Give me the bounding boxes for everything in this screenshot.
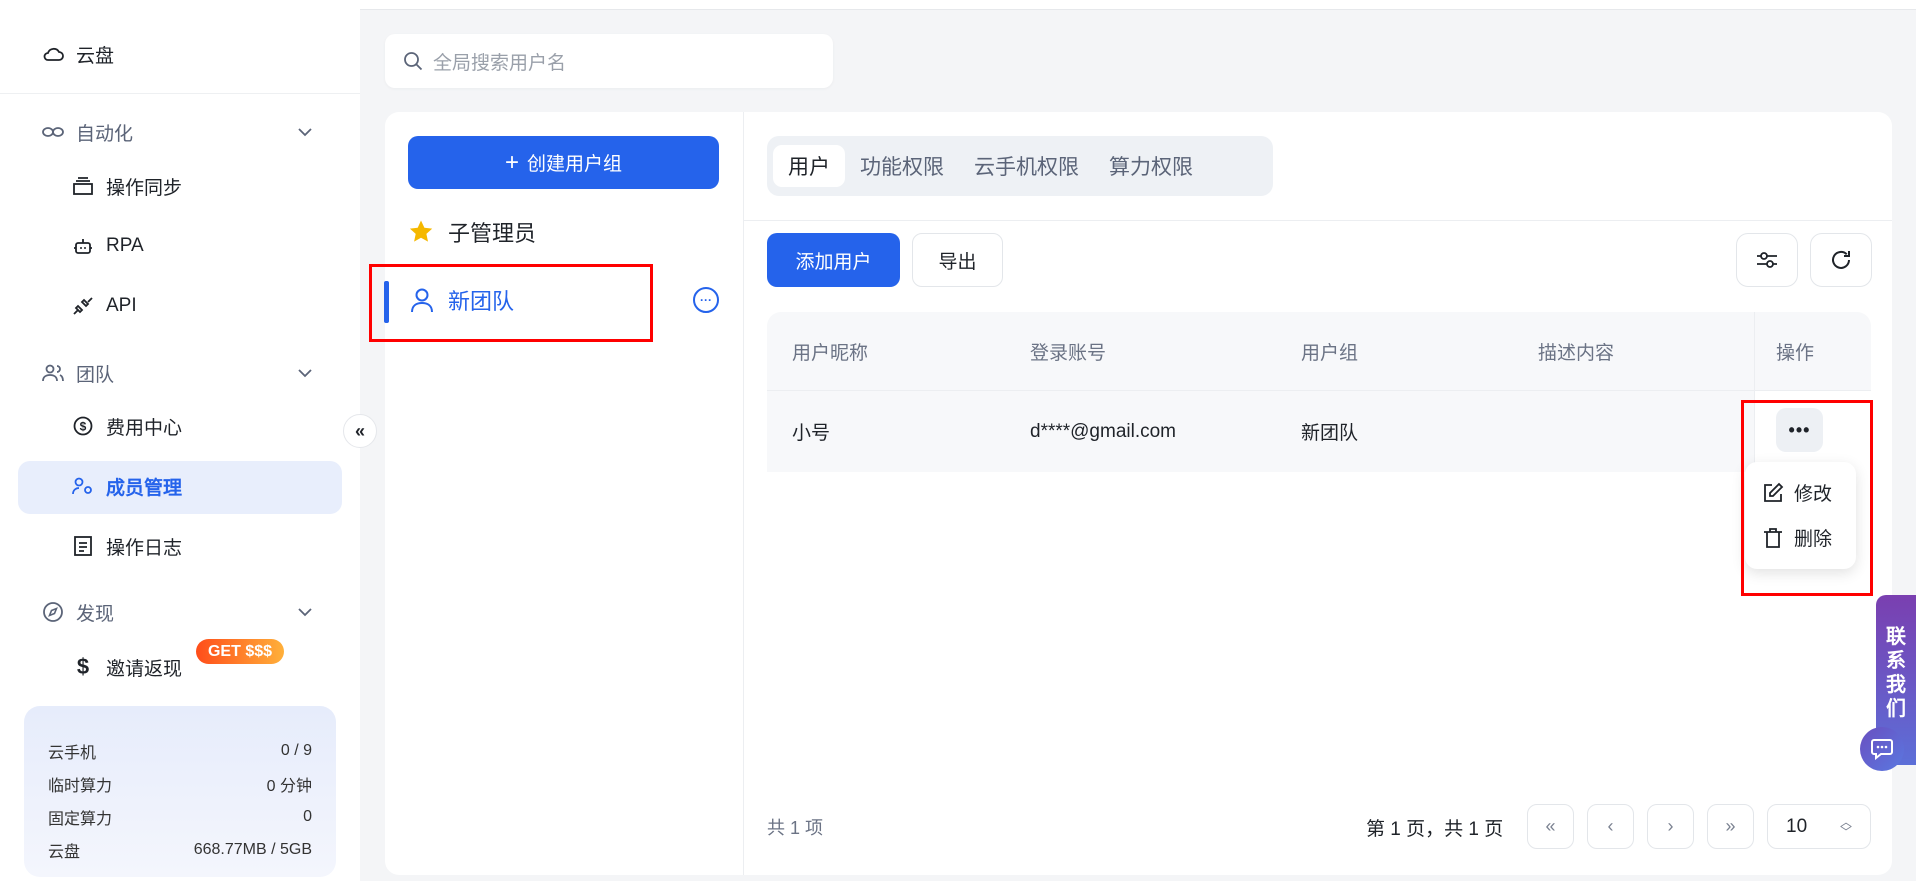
sidebar-group-automation[interactable]: 自动化: [42, 112, 322, 152]
cloud-icon: [42, 43, 64, 65]
group-more-icon[interactable]: ···: [693, 287, 719, 313]
sidebar-item-api[interactable]: API: [72, 286, 137, 326]
prev-page-button[interactable]: ‹: [1587, 804, 1634, 849]
plug-icon: [72, 295, 94, 317]
star-icon: [409, 220, 433, 242]
page-info: 第 1 页，共 1 页: [1366, 819, 1504, 840]
tab-phone-permissions[interactable]: 云手机权限: [959, 145, 1094, 187]
stat-row: 临时算力 0 分钟: [48, 777, 312, 795]
chevron-down-icon[interactable]: [296, 603, 314, 621]
column-header-group: 用户组: [1301, 343, 1359, 364]
sidebar-item-referral[interactable]: $ 邀请返现: [72, 647, 182, 687]
search-icon: [404, 52, 423, 71]
first-page-button[interactable]: «: [1527, 804, 1574, 849]
tab-compute-permissions[interactable]: 算力权限: [1094, 145, 1208, 187]
promo-badge: GET $$$: [196, 639, 284, 664]
filter-settings-button[interactable]: [1736, 233, 1798, 287]
dollar-coin-icon: $: [72, 415, 94, 437]
sidebar-item-logs[interactable]: 操作日志: [72, 526, 182, 566]
document-icon: [72, 535, 94, 557]
cell-nickname: 小号: [792, 423, 831, 444]
cell-account: d****@gmail.com: [1030, 420, 1177, 442]
chat-button[interactable]: [1860, 727, 1904, 771]
refresh-icon: [1832, 250, 1850, 269]
sidebar-item-billing[interactable]: $ 费用中心: [72, 406, 182, 446]
stat-row: 固定算力 0: [48, 807, 312, 828]
divider: [744, 220, 1892, 221]
compass-icon: [42, 601, 64, 623]
tab-bar: 用户 功能权限 云手机权限 算力权限: [767, 136, 1273, 196]
main-card: [385, 112, 1892, 875]
create-group-button[interactable]: + 创建用户组: [408, 136, 719, 189]
tab-feature-permissions[interactable]: 功能权限: [845, 145, 959, 187]
robot-icon: [72, 235, 94, 257]
svg-text:$: $: [80, 420, 87, 434]
sync-layers-icon: [72, 175, 94, 197]
user-settings-icon: [72, 475, 94, 497]
plus-icon: +: [504, 148, 519, 176]
highlight-box: [1741, 400, 1873, 596]
page-size-select[interactable]: 10 ︿ ﹀: [1767, 804, 1871, 849]
sliders-icon: [1757, 252, 1777, 268]
column-header-actions: 操作: [1776, 343, 1815, 364]
refresh-button[interactable]: [1810, 233, 1872, 287]
next-page-button[interactable]: ›: [1647, 804, 1694, 849]
chat-bubble-icon: [1871, 739, 1893, 760]
column-header-description: 描述内容: [1538, 343, 1615, 364]
sidebar-group-team[interactable]: 团队: [42, 353, 114, 393]
infinity-icon: [42, 121, 64, 143]
tab-users[interactable]: 用户: [773, 145, 845, 187]
table-row: [767, 391, 1754, 472]
chevron-down-icon[interactable]: [296, 123, 314, 141]
dollar-icon: $: [76, 654, 90, 679]
usage-stats-card: 云手机 0 / 9 临时算力 0 分钟 固定算力 0 云盘 668.77MB / 5GB: [24, 706, 336, 877]
add-user-button[interactable]: 添加用户: [767, 233, 900, 287]
users-icon: [42, 362, 64, 384]
sidebar-item-cloud-disk[interactable]: 云盘: [42, 34, 114, 74]
column-header-account: 登录账号: [1030, 343, 1107, 364]
sidebar-item-rpa[interactable]: RPA: [72, 226, 144, 266]
chevron-down-icon[interactable]: [296, 364, 314, 382]
divider: [743, 112, 744, 875]
sidebar-group-discover[interactable]: 发现: [42, 592, 114, 632]
divider: [0, 93, 360, 94]
highlight-box: [369, 264, 653, 342]
last-page-button[interactable]: »: [1707, 804, 1754, 849]
export-button[interactable]: 导出: [912, 233, 1003, 287]
collapse-sidebar-button[interactable]: «: [343, 414, 377, 448]
stat-row: 云手机 0 / 9: [48, 741, 312, 762]
updown-icon: ︿ ﹀: [1839, 814, 1852, 839]
group-item-sub-admin[interactable]: 子管理员: [408, 214, 536, 250]
column-header-nickname: 用户昵称: [792, 343, 869, 364]
stat-row: 云盘 668.77MB / 5GB: [48, 840, 312, 861]
sidebar: 云盘 自动化 操作同步 RPA API 团队 $ 费用中心 成员管理 操作日志 …: [0, 0, 360, 881]
top-bar: [360, 0, 1916, 10]
search-input[interactable]: 全局搜索用户名: [385, 34, 833, 88]
sidebar-item-members[interactable]: 成员管理: [72, 466, 182, 506]
total-count: 共 1 项: [767, 818, 824, 838]
cell-group: 新团队: [1301, 423, 1359, 444]
sidebar-item-sync[interactable]: 操作同步: [72, 166, 182, 206]
